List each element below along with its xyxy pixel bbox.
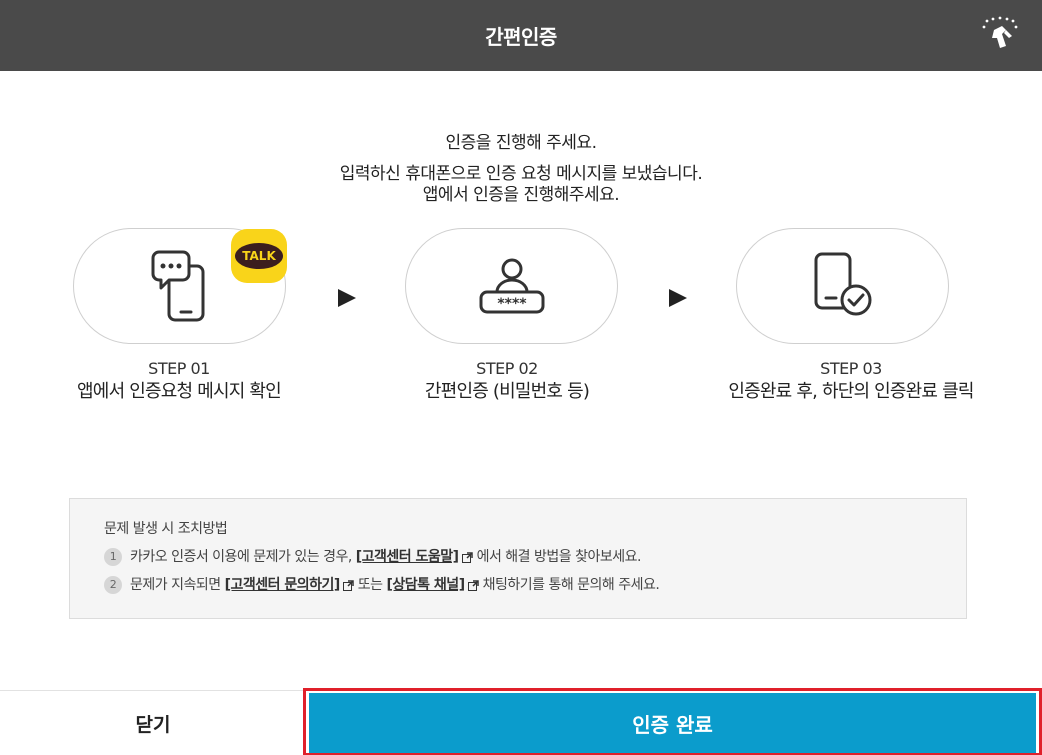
page-title: 간편인증	[485, 25, 557, 49]
intro-line-2: 입력하신 휴대폰으로 인증 요청 메시지를 보냈습니다.	[339, 164, 703, 184]
chat-channel-link[interactable]: [상담톡 채널]	[387, 575, 466, 595]
help-item-2: 2 문제가 지속되면 [고객센터 문의하기] 또는 [상담톡 채널] 채팅하기를…	[104, 575, 966, 595]
step-3-bubble	[736, 228, 949, 344]
number-badge: 2	[104, 576, 122, 594]
external-link-icon[interactable]	[467, 577, 479, 591]
step-1-description: 앱에서 인증요청 메시지 확인	[77, 381, 282, 402]
step-2-description: 간편인증 (비밀번호 등)	[424, 381, 590, 402]
help-center-guide-link[interactable]: [고객센터 도움말]	[356, 547, 459, 567]
confirm-highlight: 인증 완료	[303, 688, 1042, 755]
step-2-label: STEP 02 간편인증 (비밀번호 등)	[347, 359, 667, 405]
intro-text: 인증을 진행해 주세요. 입력하신 휴대폰으로 인증 요청 메시지를 보냈습니다…	[0, 130, 1042, 206]
help-item-2-text: 문제가 지속되면	[130, 577, 221, 593]
app-logo-icon	[980, 16, 1020, 52]
phone-check-icon	[814, 252, 871, 316]
help-item-1-text: 카카오 인증서 이용에 문제가 있는 경우,	[130, 549, 352, 565]
close-button[interactable]: 닫기	[0, 691, 306, 755]
header-bar: 간편인증	[0, 0, 1042, 71]
intro-line-3: 앱에서 인증을 진행해주세요.	[422, 185, 620, 205]
step-1-number: STEP 01	[148, 359, 210, 378]
step-2-bubble: ****	[405, 228, 618, 344]
auth-complete-button[interactable]: 인증 완료	[309, 693, 1036, 753]
footer-bar: 닫기 인증 완료	[0, 688, 1042, 755]
talk-badge-label: TALK	[235, 243, 283, 269]
external-link-icon[interactable]	[342, 577, 354, 591]
step-3-number: STEP 03	[820, 359, 882, 378]
arrow-right-icon	[669, 289, 687, 307]
help-center-inquiry-link[interactable]: [고객센터 문의하기]	[225, 575, 341, 595]
arrow-right-icon	[338, 289, 356, 307]
external-link-icon[interactable]	[461, 549, 473, 563]
help-box: 문제 발생 시 조치방법 1 카카오 인증서 이용에 문제가 있는 경우, [고…	[69, 498, 967, 619]
help-title: 문제 발생 시 조치방법	[104, 521, 228, 537]
help-item-2-suffix: 채팅하기를 통해 문의해 주세요.	[482, 577, 660, 593]
user-password-icon: ****	[479, 258, 544, 314]
step-3-label: STEP 03 인증완료 후, 하단의 인증완료 클릭	[691, 359, 1011, 405]
svg-text:****: ****	[497, 296, 527, 312]
phone-message-icon	[151, 250, 204, 322]
step-3-description: 인증완료 후, 하단의 인증완료 클릭	[728, 381, 974, 402]
help-item-1: 1 카카오 인증서 이용에 문제가 있는 경우, [고객센터 도움말] 에서 해…	[104, 547, 966, 567]
help-item-2-connector: 또는	[357, 577, 383, 593]
step-2-number: STEP 02	[476, 359, 538, 378]
help-item-1-suffix: 에서 해결 방법을 찾아보세요.	[476, 549, 642, 565]
intro-line-1: 인증을 진행해 주세요.	[445, 133, 597, 153]
step-1-label: STEP 01 앱에서 인증요청 메시지 확인	[19, 359, 339, 405]
number-badge: 1	[104, 548, 122, 566]
kakaotalk-badge-icon: TALK	[231, 229, 287, 283]
